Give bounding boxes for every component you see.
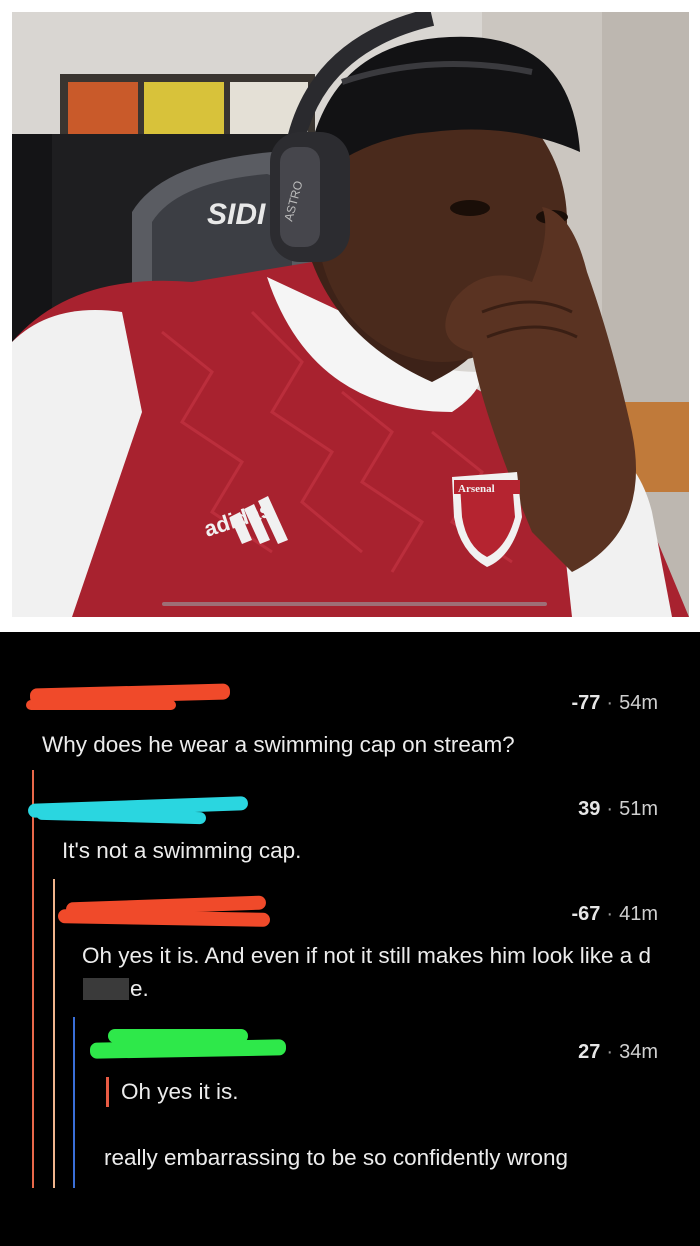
separator: ·	[606, 903, 614, 925]
avatar-redaction	[57, 909, 271, 927]
score: -67	[571, 903, 601, 925]
score: -77	[571, 692, 601, 714]
comment-meta: -77 · 54m	[572, 692, 658, 715]
stream-photo: SIDI ASTRO Arsenal adidas	[12, 12, 689, 617]
photo-frame: SIDI ASTRO Arsenal adidas	[0, 0, 700, 632]
comment-text-part2: e.	[130, 976, 149, 1001]
comment-thread: -77 · 54m Why does he wear a swimming cap …	[0, 632, 700, 1246]
comment-body: It's not a swimming cap.	[62, 838, 302, 863]
comment-2[interactable]: 39 · 51m It's not a swimming cap.	[0, 782, 700, 882]
censor-block	[83, 978, 129, 1000]
separator: ·	[606, 1041, 614, 1063]
comment-meta: 39 · 51m	[578, 798, 658, 821]
chair-brand-text: SIDI	[207, 198, 266, 231]
comment-meta: -67 · 41m	[572, 903, 658, 926]
comment-text-part1: Oh yes it is. And even if not it still m…	[82, 943, 651, 968]
avatar-redaction	[89, 1039, 287, 1059]
comment-1[interactable]: -77 · 54m Why does he wear a swimming cap …	[0, 632, 700, 772]
quoted-text: Oh yes it is.	[121, 1079, 239, 1104]
timestamp: 51m	[619, 798, 658, 820]
separator: ·	[606, 798, 614, 820]
comment-meta: 27 · 34m	[578, 1041, 658, 1064]
separator: ·	[606, 692, 614, 714]
score: 39	[578, 798, 601, 820]
timestamp: 34m	[619, 1041, 658, 1063]
comment-body: really embarrassing to be so confidently…	[104, 1145, 568, 1170]
avatar-redaction	[26, 700, 176, 710]
crest-text: Arsenal	[458, 483, 495, 495]
comment-4[interactable]: 27 · 34m Oh yes it is. really embarrassing…	[0, 1027, 700, 1197]
comment-body: Oh yes it is. And even if not it still m…	[82, 939, 662, 1005]
quote-bar	[106, 1077, 109, 1107]
score: 27	[578, 1041, 601, 1063]
timestamp: 41m	[619, 903, 658, 925]
comment-3[interactable]: -67 · 41m Oh yes it is. And even if not it…	[0, 887, 700, 1007]
timestamp: 54m	[619, 692, 658, 714]
comment-body: Why does he wear a swimming cap on strea…	[42, 732, 515, 757]
